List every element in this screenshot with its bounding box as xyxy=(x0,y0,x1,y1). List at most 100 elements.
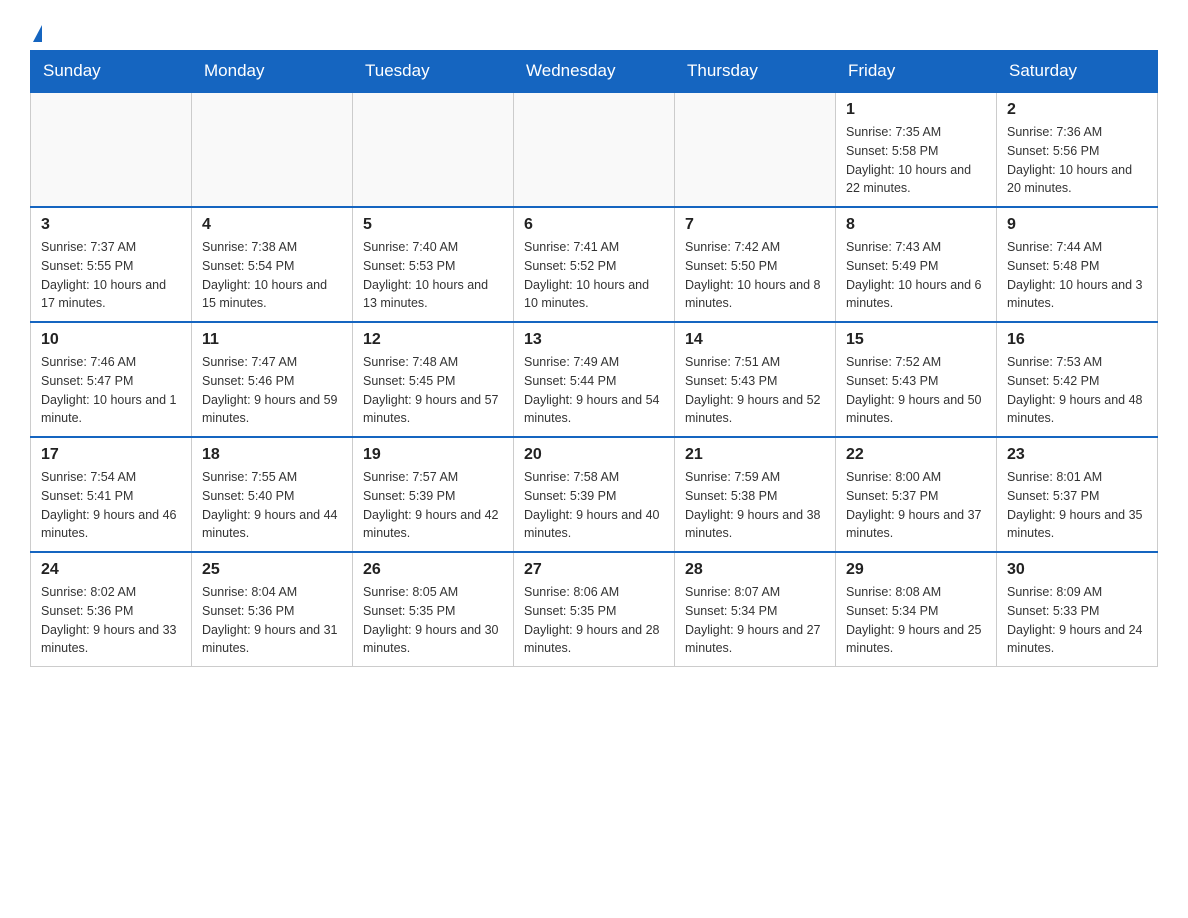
calendar-cell: 17Sunrise: 7:54 AMSunset: 5:41 PMDayligh… xyxy=(31,437,192,552)
day-info: Sunrise: 8:02 AMSunset: 5:36 PMDaylight:… xyxy=(41,583,181,658)
day-number: 28 xyxy=(685,561,825,579)
day-info: Sunrise: 7:35 AMSunset: 5:58 PMDaylight:… xyxy=(846,123,986,198)
day-header-monday: Monday xyxy=(192,51,353,93)
day-info: Sunrise: 7:49 AMSunset: 5:44 PMDaylight:… xyxy=(524,353,664,428)
day-number: 1 xyxy=(846,101,986,119)
day-number: 6 xyxy=(524,216,664,234)
page-header xyxy=(30,20,1158,40)
day-info: Sunrise: 7:57 AMSunset: 5:39 PMDaylight:… xyxy=(363,468,503,543)
calendar-cell: 25Sunrise: 8:04 AMSunset: 5:36 PMDayligh… xyxy=(192,552,353,667)
calendar-cell: 2 Sunrise: 7:36 AMSunset: 5:56 PMDaylight… xyxy=(997,92,1158,207)
calendar-cell: 12Sunrise: 7:48 AMSunset: 5:45 PMDayligh… xyxy=(353,322,514,437)
calendar-cell: 19 Sunrise: 7:57 AMSunset: 5:39 PMDayligh… xyxy=(353,437,514,552)
calendar-cell xyxy=(514,92,675,207)
calendar-week-row: 1 Sunrise: 7:35 AMSunset: 5:58 PMDaylight… xyxy=(31,92,1158,207)
day-info: Sunrise: 7:38 AMSunset: 5:54 PMDaylight:… xyxy=(202,238,342,313)
calendar-cell: 16 Sunrise: 7:53 AMSunset: 5:42 PMDayligh… xyxy=(997,322,1158,437)
calendar-cell: 10Sunrise: 7:46 AMSunset: 5:47 PMDayligh… xyxy=(31,322,192,437)
logo xyxy=(30,20,60,40)
day-info: Sunrise: 7:40 AMSunset: 5:53 PMDaylight:… xyxy=(363,238,503,313)
calendar-cell: 3Sunrise: 7:37 AMSunset: 5:55 PMDaylight… xyxy=(31,207,192,322)
calendar-cell: 30Sunrise: 8:09 AMSunset: 5:33 PMDayligh… xyxy=(997,552,1158,667)
calendar-week-row: 3Sunrise: 7:37 AMSunset: 5:55 PMDaylight… xyxy=(31,207,1158,322)
calendar-cell: 5 Sunrise: 7:40 AMSunset: 5:53 PMDaylight… xyxy=(353,207,514,322)
day-info: Sunrise: 7:46 AMSunset: 5:47 PMDaylight:… xyxy=(41,353,181,428)
day-info: Sunrise: 7:47 AMSunset: 5:46 PMDaylight:… xyxy=(202,353,342,428)
calendar-cell: 11 Sunrise: 7:47 AMSunset: 5:46 PMDayligh… xyxy=(192,322,353,437)
calendar-cell: 1 Sunrise: 7:35 AMSunset: 5:58 PMDaylight… xyxy=(836,92,997,207)
day-number: 2 xyxy=(1007,101,1147,119)
day-number: 20 xyxy=(524,446,664,464)
day-info: Sunrise: 7:55 AMSunset: 5:40 PMDaylight:… xyxy=(202,468,342,543)
day-info: Sunrise: 8:08 AMSunset: 5:34 PMDaylight:… xyxy=(846,583,986,658)
day-number: 14 xyxy=(685,331,825,349)
day-info: Sunrise: 7:48 AMSunset: 5:45 PMDaylight:… xyxy=(363,353,503,428)
day-number: 25 xyxy=(202,561,342,579)
calendar-cell: 26 Sunrise: 8:05 AMSunset: 5:35 PMDayligh… xyxy=(353,552,514,667)
day-info: Sunrise: 8:06 AMSunset: 5:35 PMDaylight:… xyxy=(524,583,664,658)
day-number: 11 xyxy=(202,331,342,349)
day-info: Sunrise: 7:42 AMSunset: 5:50 PMDaylight:… xyxy=(685,238,825,313)
day-info: Sunrise: 7:43 AMSunset: 5:49 PMDaylight:… xyxy=(846,238,986,313)
day-info: Sunrise: 7:59 AMSunset: 5:38 PMDaylight:… xyxy=(685,468,825,543)
day-number: 15 xyxy=(846,331,986,349)
calendar-week-row: 10Sunrise: 7:46 AMSunset: 5:47 PMDayligh… xyxy=(31,322,1158,437)
day-header-sunday: Sunday xyxy=(31,51,192,93)
calendar-cell: 24 Sunrise: 8:02 AMSunset: 5:36 PMDayligh… xyxy=(31,552,192,667)
day-info: Sunrise: 7:53 AMSunset: 5:42 PMDaylight:… xyxy=(1007,353,1147,428)
calendar-cell: 14 Sunrise: 7:51 AMSunset: 5:43 PMDayligh… xyxy=(675,322,836,437)
day-info: Sunrise: 7:58 AMSunset: 5:39 PMDaylight:… xyxy=(524,468,664,543)
day-number: 16 xyxy=(1007,331,1147,349)
day-info: Sunrise: 8:05 AMSunset: 5:35 PMDaylight:… xyxy=(363,583,503,658)
day-header-tuesday: Tuesday xyxy=(353,51,514,93)
day-info: Sunrise: 7:52 AMSunset: 5:43 PMDaylight:… xyxy=(846,353,986,428)
day-number: 22 xyxy=(846,446,986,464)
day-number: 18 xyxy=(202,446,342,464)
day-number: 23 xyxy=(1007,446,1147,464)
day-number: 7 xyxy=(685,216,825,234)
calendar-week-row: 17Sunrise: 7:54 AMSunset: 5:41 PMDayligh… xyxy=(31,437,1158,552)
day-number: 29 xyxy=(846,561,986,579)
day-header-wednesday: Wednesday xyxy=(514,51,675,93)
calendar-cell: 22 Sunrise: 8:00 AMSunset: 5:37 PMDayligh… xyxy=(836,437,997,552)
day-info: Sunrise: 8:07 AMSunset: 5:34 PMDaylight:… xyxy=(685,583,825,658)
day-info: Sunrise: 8:01 AMSunset: 5:37 PMDaylight:… xyxy=(1007,468,1147,543)
day-number: 27 xyxy=(524,561,664,579)
calendar-cell: 21Sunrise: 7:59 AMSunset: 5:38 PMDayligh… xyxy=(675,437,836,552)
calendar-cell: 28 Sunrise: 8:07 AMSunset: 5:34 PMDayligh… xyxy=(675,552,836,667)
calendar-cell xyxy=(31,92,192,207)
calendar-cell: 13 Sunrise: 7:49 AMSunset: 5:44 PMDayligh… xyxy=(514,322,675,437)
day-number: 5 xyxy=(363,216,503,234)
day-info: Sunrise: 7:41 AMSunset: 5:52 PMDaylight:… xyxy=(524,238,664,313)
day-number: 8 xyxy=(846,216,986,234)
day-header-saturday: Saturday xyxy=(997,51,1158,93)
day-info: Sunrise: 8:09 AMSunset: 5:33 PMDaylight:… xyxy=(1007,583,1147,658)
day-info: Sunrise: 7:51 AMSunset: 5:43 PMDaylight:… xyxy=(685,353,825,428)
day-info: Sunrise: 7:36 AMSunset: 5:56 PMDaylight:… xyxy=(1007,123,1147,198)
day-info: Sunrise: 8:00 AMSunset: 5:37 PMDaylight:… xyxy=(846,468,986,543)
day-header-thursday: Thursday xyxy=(675,51,836,93)
day-number: 19 xyxy=(363,446,503,464)
day-number: 9 xyxy=(1007,216,1147,234)
calendar-cell: 27 Sunrise: 8:06 AMSunset: 5:35 PMDayligh… xyxy=(514,552,675,667)
day-number: 4 xyxy=(202,216,342,234)
calendar-week-row: 24 Sunrise: 8:02 AMSunset: 5:36 PMDayligh… xyxy=(31,552,1158,667)
calendar-cell xyxy=(353,92,514,207)
calendar-cell: 7 Sunrise: 7:42 AMSunset: 5:50 PMDaylight… xyxy=(675,207,836,322)
calendar-header-row: SundayMondayTuesdayWednesdayThursdayFrid… xyxy=(31,51,1158,93)
day-info: Sunrise: 7:37 AMSunset: 5:55 PMDaylight:… xyxy=(41,238,181,313)
logo-triangle-icon xyxy=(33,25,42,42)
calendar-table: SundayMondayTuesdayWednesdayThursdayFrid… xyxy=(30,50,1158,667)
calendar-cell: 18 Sunrise: 7:55 AMSunset: 5:40 PMDayligh… xyxy=(192,437,353,552)
day-number: 17 xyxy=(41,446,181,464)
calendar-cell: 6 Sunrise: 7:41 AMSunset: 5:52 PMDaylight… xyxy=(514,207,675,322)
calendar-cell xyxy=(192,92,353,207)
calendar-cell xyxy=(675,92,836,207)
calendar-cell: 8 Sunrise: 7:43 AMSunset: 5:49 PMDaylight… xyxy=(836,207,997,322)
day-number: 24 xyxy=(41,561,181,579)
calendar-cell: 29 Sunrise: 8:08 AMSunset: 5:34 PMDayligh… xyxy=(836,552,997,667)
calendar-cell: 4 Sunrise: 7:38 AMSunset: 5:54 PMDaylight… xyxy=(192,207,353,322)
day-info: Sunrise: 7:44 AMSunset: 5:48 PMDaylight:… xyxy=(1007,238,1147,313)
day-number: 13 xyxy=(524,331,664,349)
day-number: 26 xyxy=(363,561,503,579)
